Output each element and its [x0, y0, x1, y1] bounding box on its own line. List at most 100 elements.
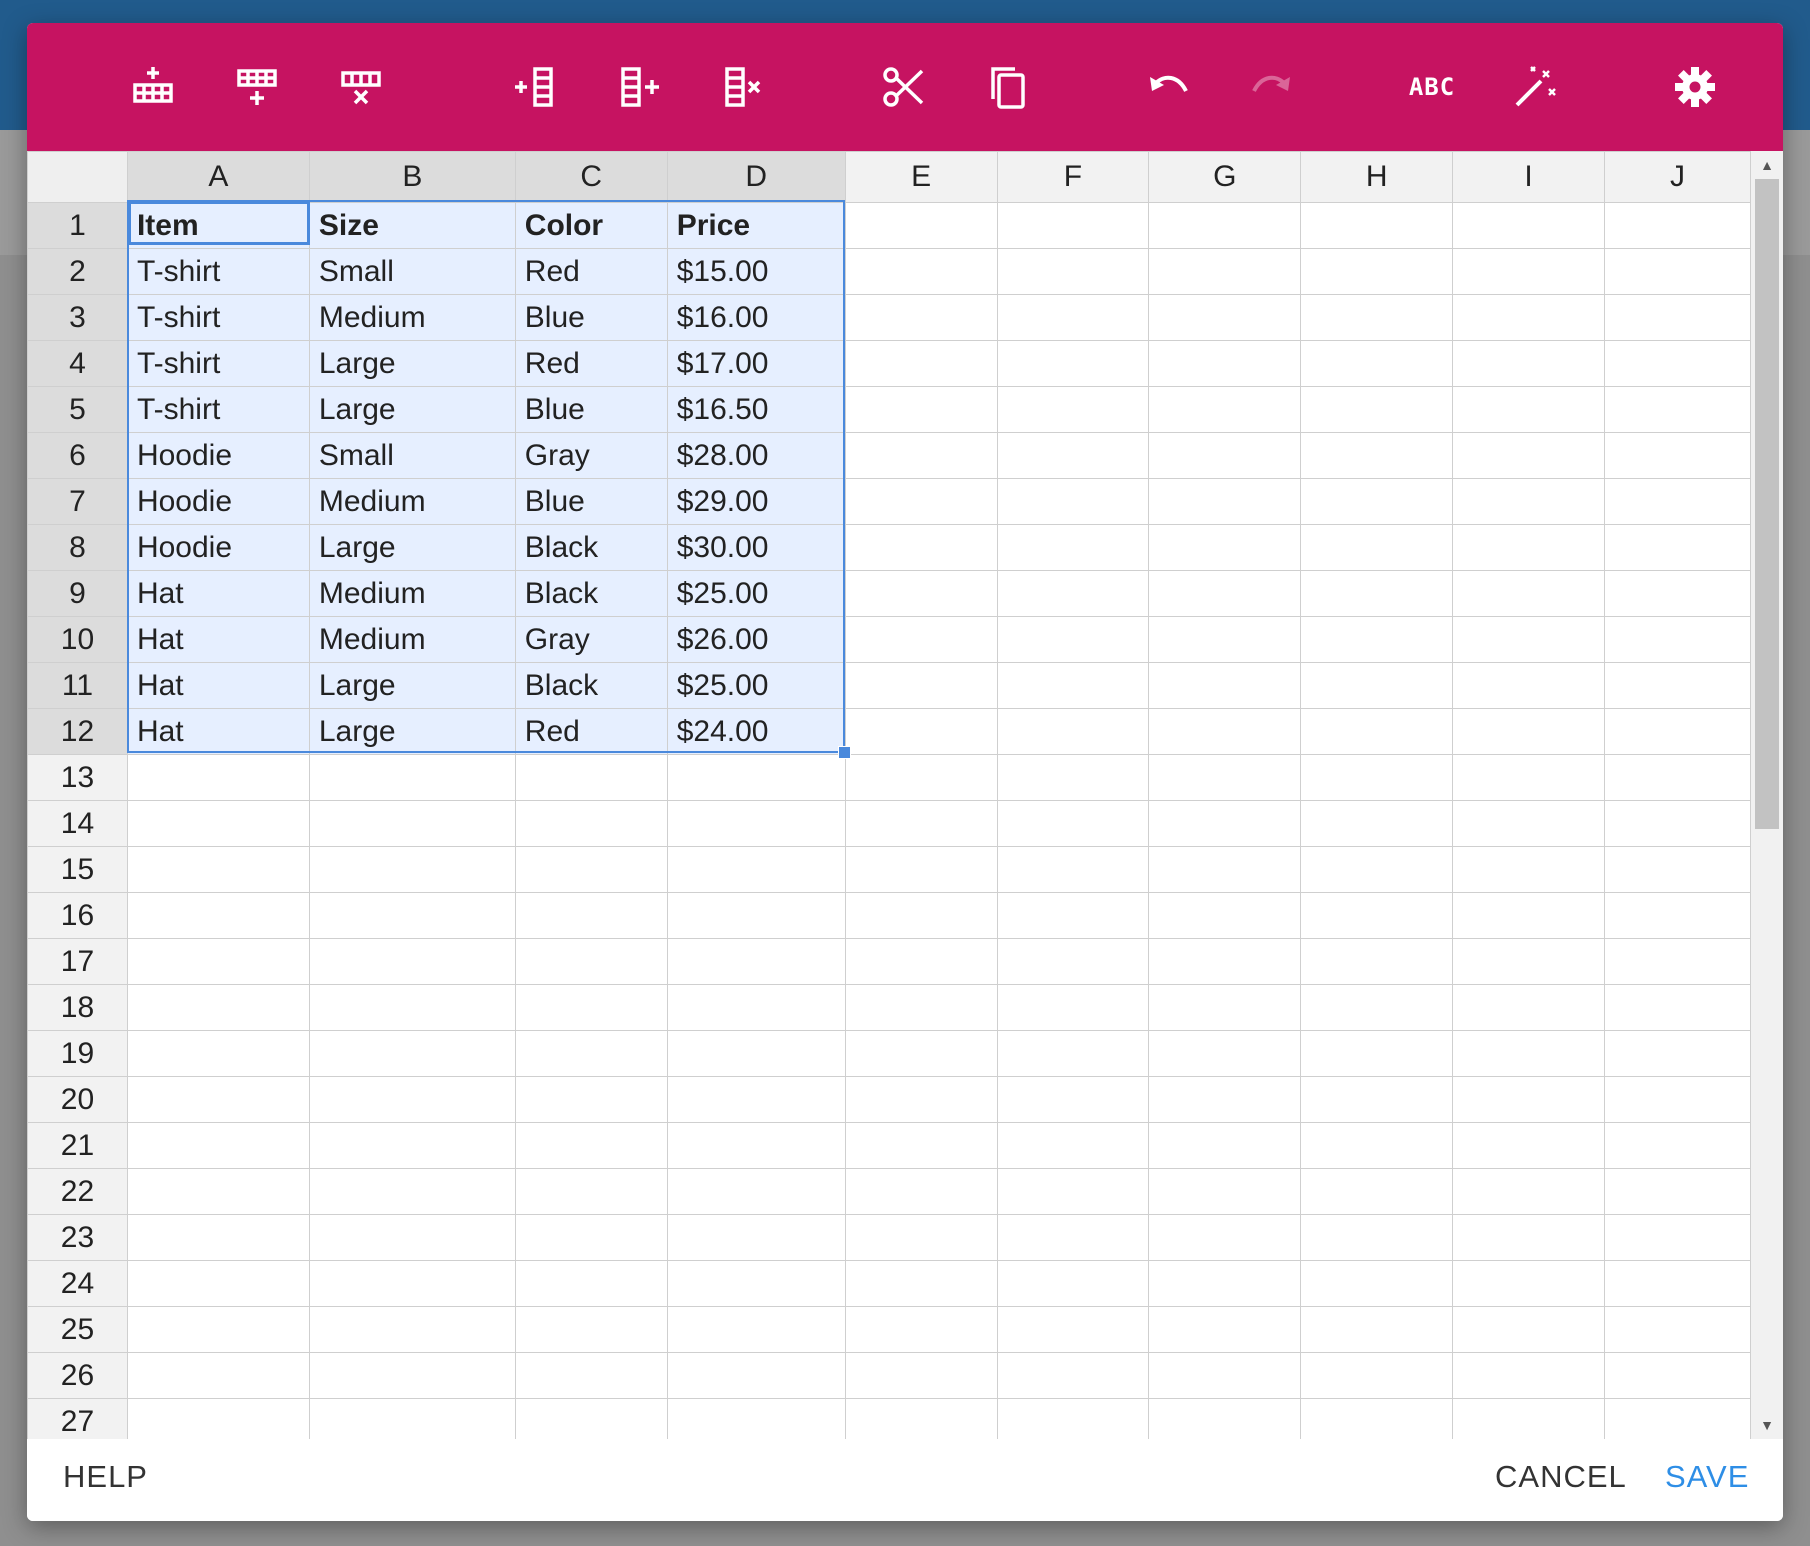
cell-b7[interactable]: Medium — [308, 478, 516, 525]
magic-wand-button[interactable] — [1505, 57, 1565, 117]
cell-e26[interactable] — [844, 1352, 998, 1399]
cell-e4[interactable] — [844, 340, 998, 387]
cell-i16[interactable] — [1452, 892, 1606, 939]
cell-j4[interactable] — [1604, 340, 1751, 387]
row-header[interactable]: 4 — [27, 340, 128, 387]
undo-button[interactable] — [1138, 57, 1198, 117]
cell-f16[interactable] — [996, 892, 1150, 939]
cell-d9[interactable]: $25.00 — [666, 570, 846, 617]
cell-b22[interactable] — [308, 1168, 516, 1215]
cell-i8[interactable] — [1452, 524, 1606, 571]
cell-a25[interactable] — [126, 1306, 310, 1353]
cell-h11[interactable] — [1300, 662, 1454, 709]
cell-g4[interactable] — [1148, 340, 1302, 387]
cell-j14[interactable] — [1604, 800, 1751, 847]
cell-e2[interactable] — [844, 248, 998, 295]
cell-a22[interactable] — [126, 1168, 310, 1215]
cell-g1[interactable] — [1148, 202, 1302, 249]
cell-e25[interactable] — [844, 1306, 998, 1353]
cell-g10[interactable] — [1148, 616, 1302, 663]
cell-h17[interactable] — [1300, 938, 1454, 985]
cell-c19[interactable] — [514, 1030, 668, 1077]
cell-c9[interactable]: Black — [514, 570, 668, 617]
cell-f25[interactable] — [996, 1306, 1150, 1353]
cell-e1[interactable] — [844, 202, 998, 249]
cell-a8[interactable]: Hoodie — [126, 524, 310, 571]
row-header[interactable]: 17 — [27, 938, 128, 985]
cell-j25[interactable] — [1604, 1306, 1751, 1353]
cell-b11[interactable]: Large — [308, 662, 516, 709]
cell-f5[interactable] — [996, 386, 1150, 433]
cell-e11[interactable] — [844, 662, 998, 709]
cell-h27[interactable] — [1300, 1398, 1454, 1439]
cell-h24[interactable] — [1300, 1260, 1454, 1307]
cell-f6[interactable] — [996, 432, 1150, 479]
cell-e19[interactable] — [844, 1030, 998, 1077]
cell-a27[interactable] — [126, 1398, 310, 1439]
cell-i15[interactable] — [1452, 846, 1606, 893]
cell-i13[interactable] — [1452, 754, 1606, 801]
cell-f12[interactable] — [996, 708, 1150, 755]
row-header[interactable]: 7 — [27, 478, 128, 525]
cell-d1[interactable]: Price — [666, 202, 846, 249]
cell-c15[interactable] — [514, 846, 668, 893]
cell-c1[interactable]: Color — [514, 202, 668, 249]
row-header[interactable]: 16 — [27, 892, 128, 939]
row-header[interactable]: 27 — [27, 1398, 128, 1439]
cell-b3[interactable]: Medium — [308, 294, 516, 341]
cell-b18[interactable] — [308, 984, 516, 1031]
select-all-corner[interactable] — [27, 151, 128, 203]
cell-h2[interactable] — [1300, 248, 1454, 295]
cell-h10[interactable] — [1300, 616, 1454, 663]
cell-d24[interactable] — [666, 1260, 846, 1307]
cell-c7[interactable]: Blue — [514, 478, 668, 525]
cell-f17[interactable] — [996, 938, 1150, 985]
delete-row-button[interactable] — [331, 57, 391, 117]
cell-f10[interactable] — [996, 616, 1150, 663]
cell-j20[interactable] — [1604, 1076, 1751, 1123]
cell-h21[interactable] — [1300, 1122, 1454, 1169]
cell-j6[interactable] — [1604, 432, 1751, 479]
cell-f21[interactable] — [996, 1122, 1150, 1169]
insert-column-left-button[interactable] — [505, 57, 565, 117]
cell-i7[interactable] — [1452, 478, 1606, 525]
row-header[interactable]: 11 — [27, 662, 128, 709]
cell-j16[interactable] — [1604, 892, 1751, 939]
cell-f4[interactable] — [996, 340, 1150, 387]
cell-b6[interactable]: Small — [308, 432, 516, 479]
cell-d5[interactable]: $16.50 — [666, 386, 846, 433]
row-header[interactable]: 24 — [27, 1260, 128, 1307]
cell-b14[interactable] — [308, 800, 516, 847]
row-header[interactable]: 2 — [27, 248, 128, 295]
cell-j27[interactable] — [1604, 1398, 1751, 1439]
cell-c3[interactable]: Blue — [514, 294, 668, 341]
scroll-up-arrow-icon[interactable]: ▲ — [1751, 155, 1783, 175]
cell-g21[interactable] — [1148, 1122, 1302, 1169]
cell-c18[interactable] — [514, 984, 668, 1031]
cell-d17[interactable] — [666, 938, 846, 985]
cell-h7[interactable] — [1300, 478, 1454, 525]
cell-d16[interactable] — [666, 892, 846, 939]
cell-c2[interactable]: Red — [514, 248, 668, 295]
cell-e5[interactable] — [844, 386, 998, 433]
cell-f22[interactable] — [996, 1168, 1150, 1215]
cell-j13[interactable] — [1604, 754, 1751, 801]
cell-i2[interactable] — [1452, 248, 1606, 295]
cell-i24[interactable] — [1452, 1260, 1606, 1307]
row-header[interactable]: 5 — [27, 386, 128, 433]
cell-i12[interactable] — [1452, 708, 1606, 755]
cell-i18[interactable] — [1452, 984, 1606, 1031]
cell-b2[interactable]: Small — [308, 248, 516, 295]
cell-g17[interactable] — [1148, 938, 1302, 985]
cell-a15[interactable] — [126, 846, 310, 893]
cell-b9[interactable]: Medium — [308, 570, 516, 617]
cell-d6[interactable]: $28.00 — [666, 432, 846, 479]
cell-b4[interactable]: Large — [308, 340, 516, 387]
row-header[interactable]: 1 — [27, 202, 128, 249]
column-header-g[interactable]: G — [1148, 151, 1302, 203]
cell-b12[interactable]: Large — [308, 708, 516, 755]
row-header[interactable]: 19 — [27, 1030, 128, 1077]
cell-a12[interactable]: Hat — [126, 708, 310, 755]
cell-j15[interactable] — [1604, 846, 1751, 893]
cell-b10[interactable]: Medium — [308, 616, 516, 663]
